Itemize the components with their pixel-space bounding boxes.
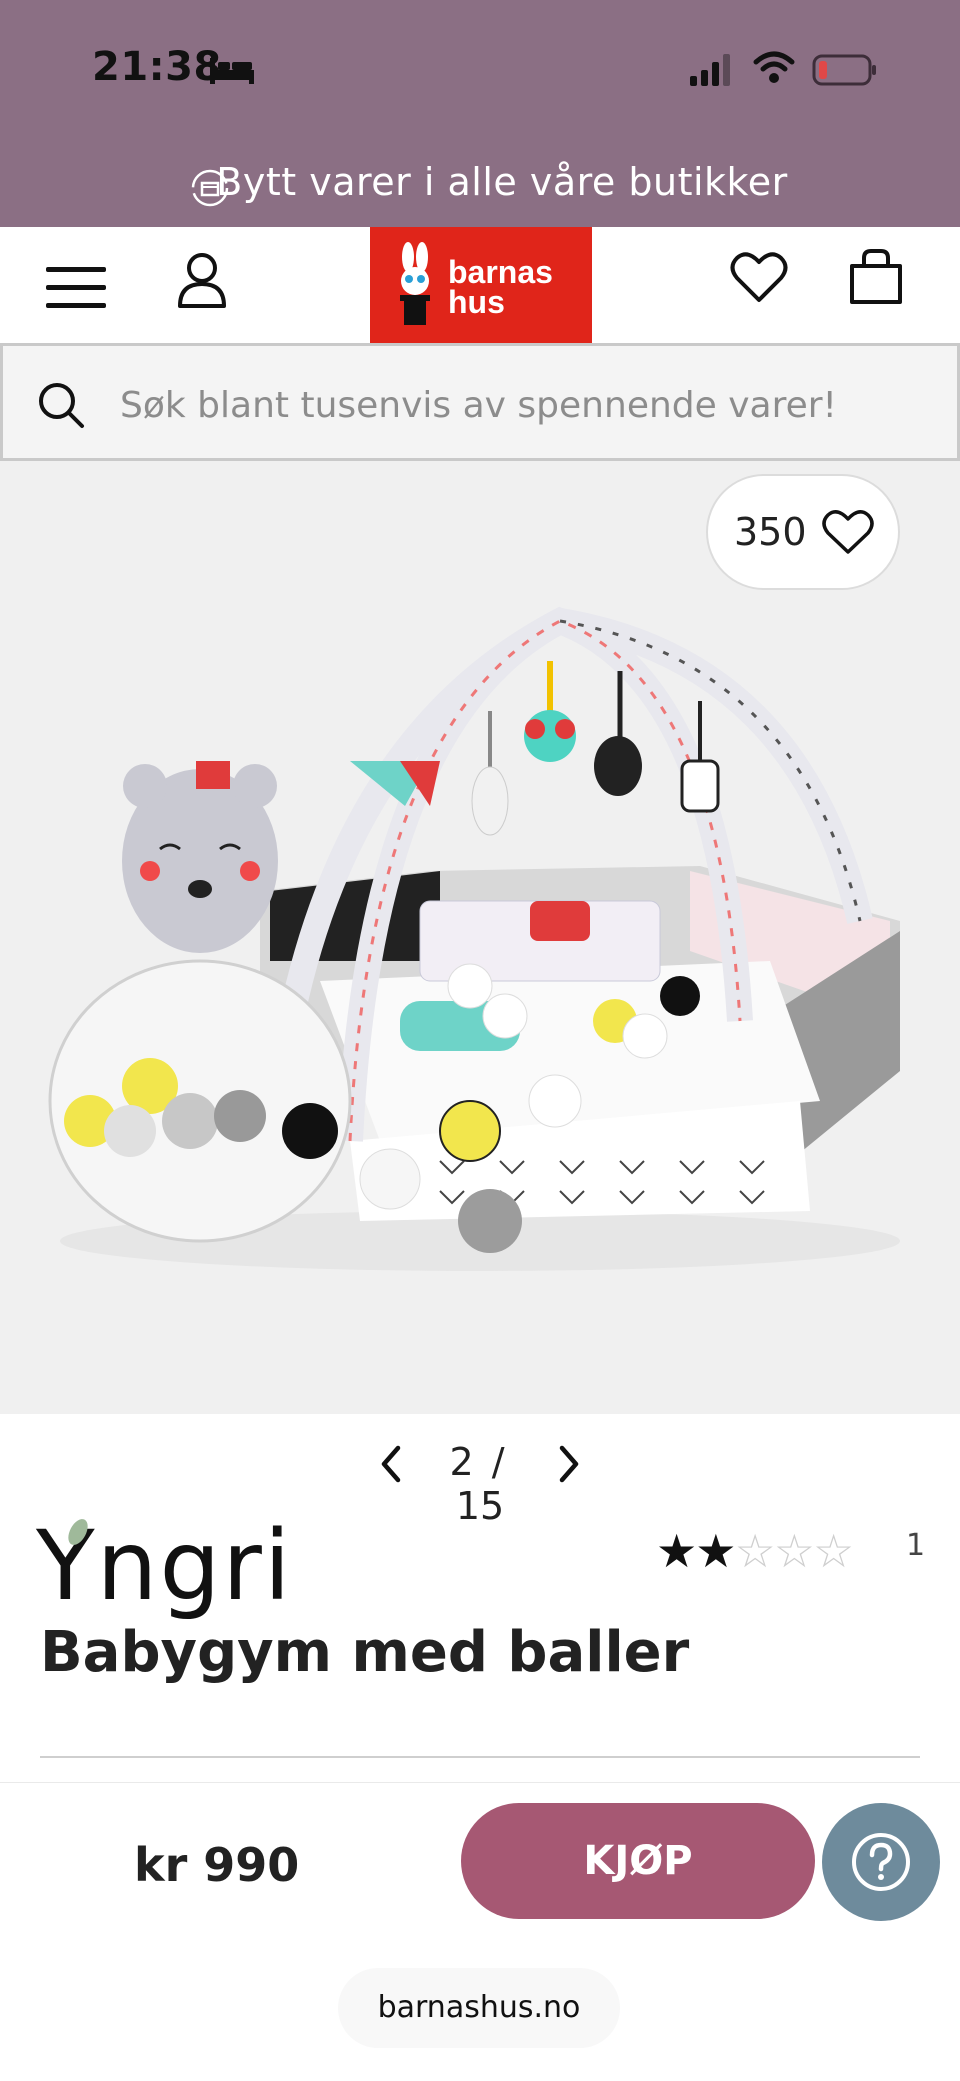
chevron-right-icon[interactable] [550,1444,586,1484]
battery-icon [812,54,876,86]
divider [40,1756,920,1758]
bag-icon[interactable] [848,248,904,306]
favorite-pill[interactable]: 350 [706,474,900,590]
rating-count[interactable]: 1 [906,1528,925,1563]
baby-gym-illustration [48,606,900,1271]
product-title: Babygym med baller [40,1620,690,1685]
search-input[interactable] [120,375,940,435]
star-empty-icon: ☆ [734,1524,776,1578]
pager-separator: / [491,1440,505,1484]
help-button[interactable] [822,1803,940,1921]
star-filled-icon: ★ [656,1524,697,1578]
heart-icon[interactable] [730,250,788,304]
product-image[interactable] [0,461,960,1414]
heart-icon [822,510,874,554]
pager-total: 15 [455,1484,505,1528]
logo-line-1: barnas [448,254,553,290]
star-empty-icon: ☆ [813,1524,854,1578]
favorites-count: 350 [734,510,807,554]
star-filled-icon: ★ [695,1524,736,1578]
help-icon [852,1833,910,1891]
logo-text: barnas hus [448,254,553,320]
logo-line-2: hus [448,284,505,320]
wifi-icon [753,51,795,83]
signal-icon [690,54,730,86]
pager-text: 2 / 15 [420,1440,540,1528]
promo-banner[interactable]: Bytt varer i alle våre butikker [0,160,960,204]
browser-url-bar[interactable]: barnashus.no [338,1968,620,2048]
search-icon[interactable] [36,380,86,430]
bed-icon [210,58,254,84]
star-empty-icon: ☆ [773,1524,815,1578]
promo-text: Bytt varer i alle våre butikker [216,160,788,204]
user-icon[interactable] [176,252,228,310]
rating-stars[interactable]: ★★☆☆☆ [656,1524,854,1578]
bunny-logo-icon [400,242,430,325]
product-price: kr 990 [134,1838,300,1892]
menu-icon[interactable] [44,263,108,313]
buy-button[interactable]: KJØP [461,1803,815,1919]
chevron-left-icon[interactable] [374,1444,410,1484]
brand-logo[interactable]: barnas hus [370,227,592,343]
pager-current: 2 [449,1440,474,1484]
status-time: 21:38 [92,44,222,90]
